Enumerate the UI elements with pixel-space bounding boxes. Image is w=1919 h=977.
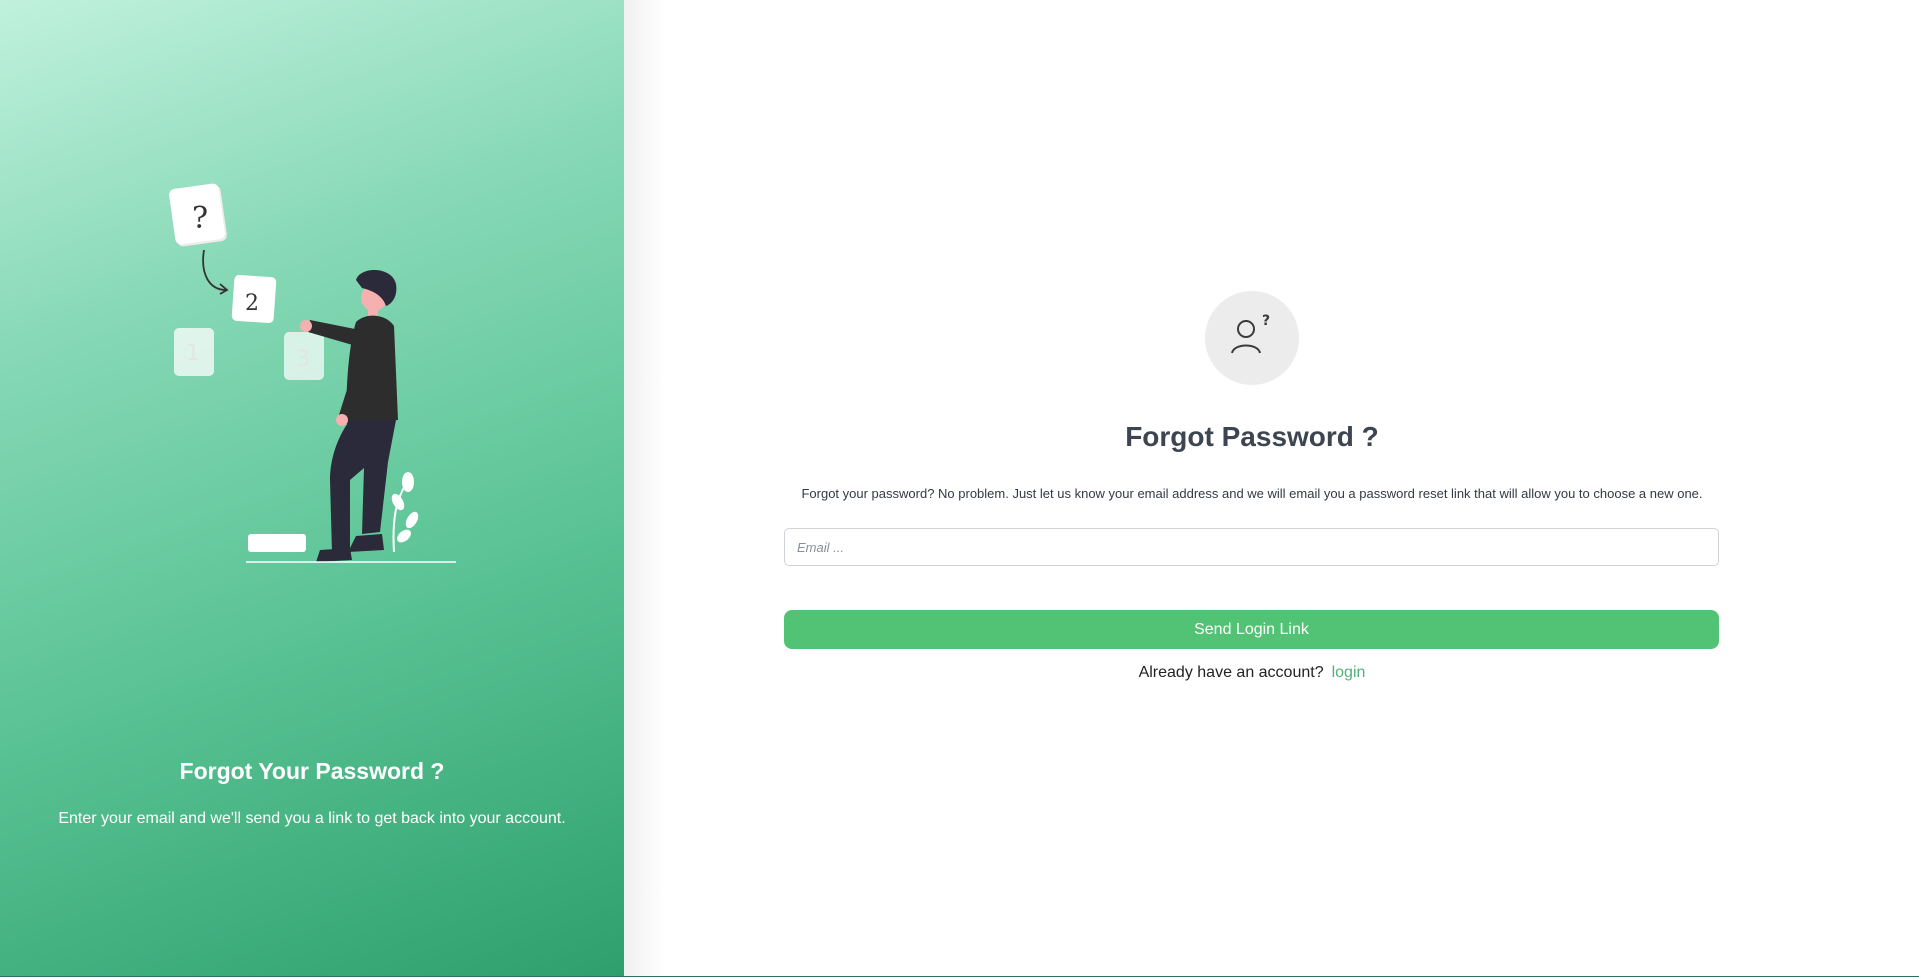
left-panel-subtitle: Enter your email and we'll send you a li…: [58, 810, 566, 827]
note-1: 1: [174, 328, 214, 376]
plant: [391, 472, 419, 553]
note-2-label: 2: [245, 291, 259, 316]
question-note-label: ?: [192, 201, 208, 236]
login-prompt: Already have an account?: [1138, 664, 1324, 681]
svg-text:?: ?: [1262, 313, 1270, 329]
email-field[interactable]: [784, 528, 1719, 566]
user-question-glyph: ?: [1231, 313, 1270, 354]
page-title: Forgot Password ?: [1125, 421, 1379, 452]
note-3-label: 3: [296, 347, 310, 372]
note-2: 2: [231, 274, 277, 324]
note-1-label: 1: [186, 341, 200, 366]
forgot-password-panel: ? Forgot Password ? Forgot your password…: [624, 0, 1919, 977]
login-link[interactable]: login: [1332, 664, 1366, 681]
question-note: ?: [169, 183, 227, 247]
form-description: Forgot your password? No problem. Just l…: [801, 486, 1703, 501]
forgot-password-illustration: ? 2 1 3: [169, 183, 456, 563]
left-panel: ? 2 1 3 Forgot Your Password ? Enter you…: [0, 0, 624, 977]
send-login-link-button[interactable]: Send Login Link: [784, 610, 1719, 649]
left-panel-title: Forgot Your Password ?: [179, 758, 445, 784]
user-question-icon: ?: [1205, 291, 1299, 385]
login-prompt-row: Already have an account? login: [624, 664, 1880, 682]
note-3: 3: [284, 332, 324, 380]
